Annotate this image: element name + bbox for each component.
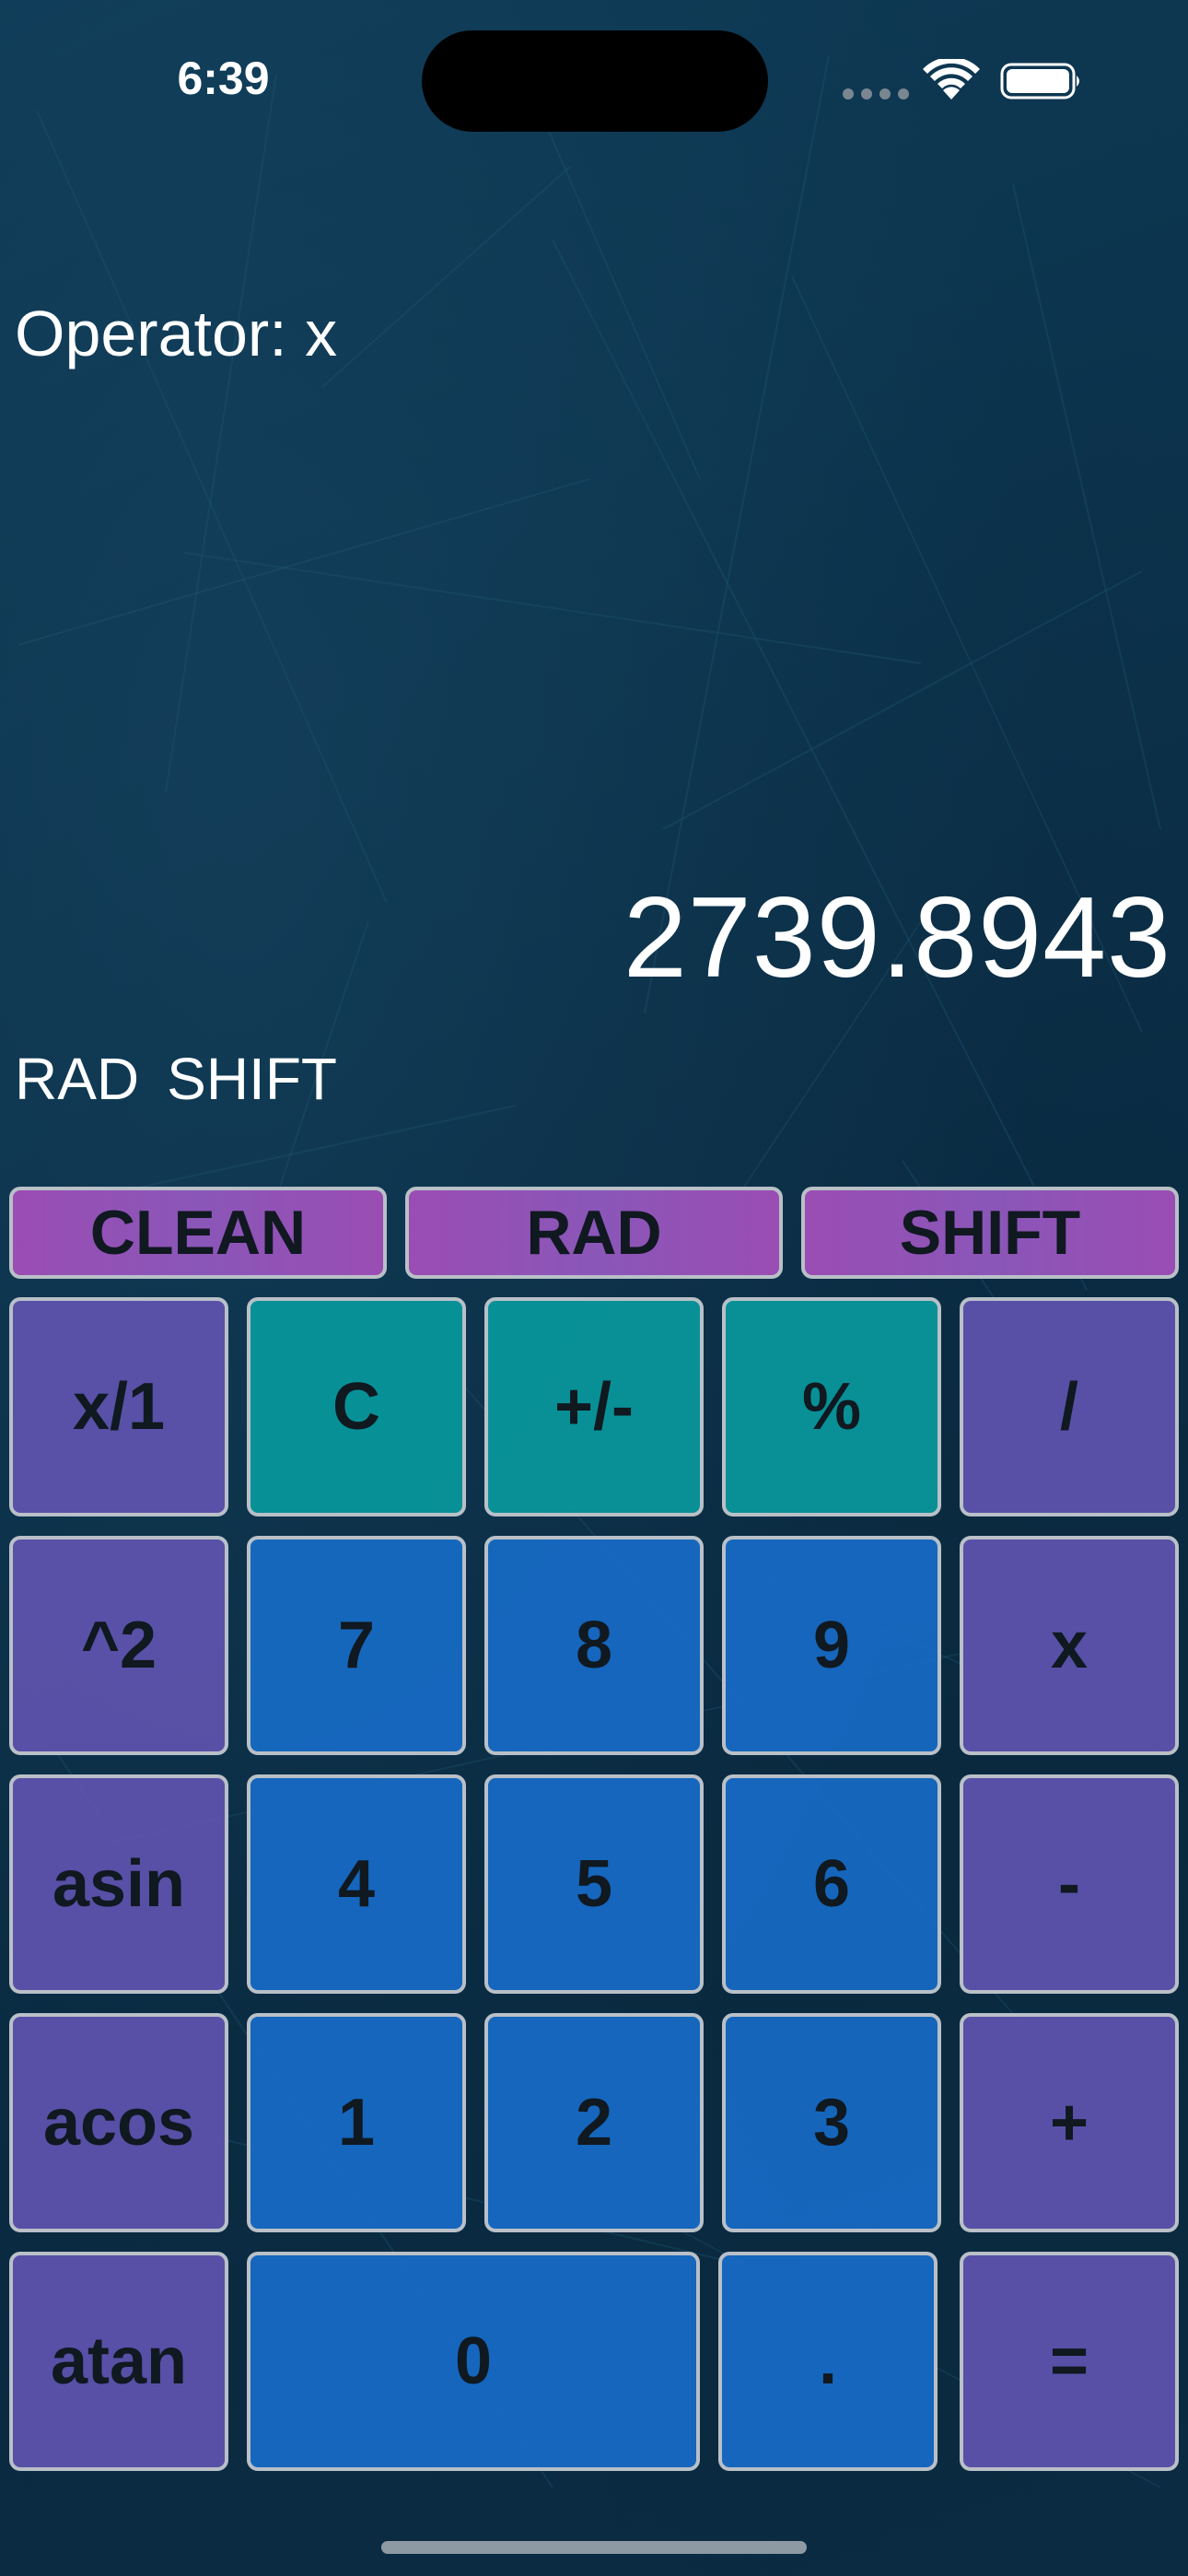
digit-8-button[interactable]: 8 (484, 1536, 704, 1755)
equals-button[interactable]: = (960, 2252, 1179, 2471)
wifi-icon (923, 59, 980, 100)
square-button[interactable]: ^2 (9, 1536, 228, 1755)
asin-button[interactable]: asin (9, 1774, 228, 1994)
digit-2-button[interactable]: 2 (484, 2013, 704, 2232)
shift-indicator: SHIFT (167, 1046, 337, 1112)
shift-button[interactable]: SHIFT (801, 1187, 1179, 1279)
dynamic-island (422, 30, 768, 132)
reciprocal-button[interactable]: x/1 (9, 1297, 228, 1516)
status-time: 6:39 (177, 53, 270, 104)
multiply-button[interactable]: x (960, 1536, 1179, 1755)
percent-button[interactable]: % (722, 1297, 941, 1516)
add-button[interactable]: + (960, 2013, 1179, 2232)
digit-0-button[interactable]: 0 (247, 2252, 700, 2471)
acos-button[interactable]: acos (9, 2013, 228, 2232)
atan-button[interactable]: atan (9, 2252, 228, 2471)
decimal-button[interactable]: . (718, 2252, 938, 2471)
clean-button[interactable]: CLEAN (9, 1187, 387, 1279)
digit-9-button[interactable]: 9 (722, 1536, 941, 1755)
digit-7-button[interactable]: 7 (247, 1536, 466, 1755)
mode-indicators: RAD SHIFT (15, 1046, 337, 1112)
digit-1-button[interactable]: 1 (247, 2013, 466, 2232)
clear-button[interactable]: C (247, 1297, 466, 1516)
calculator-display: 2739.8943 (623, 874, 1171, 1001)
battery-icon (1000, 63, 1079, 100)
home-indicator[interactable] (381, 2541, 807, 2554)
angle-mode-indicator: RAD (15, 1046, 140, 1112)
operator-label: Operator: x (15, 298, 338, 369)
digit-3-button[interactable]: 3 (722, 2013, 941, 2232)
negate-button[interactable]: +/- (484, 1297, 704, 1516)
cellular-signal-icon (843, 88, 909, 100)
digit-6-button[interactable]: 6 (722, 1774, 941, 1994)
digit-5-button[interactable]: 5 (484, 1774, 704, 1994)
subtract-button[interactable]: - (960, 1774, 1179, 1994)
digit-4-button[interactable]: 4 (247, 1774, 466, 1994)
rad-toggle-button[interactable]: RAD (405, 1187, 783, 1279)
divide-button[interactable]: / (960, 1297, 1179, 1516)
